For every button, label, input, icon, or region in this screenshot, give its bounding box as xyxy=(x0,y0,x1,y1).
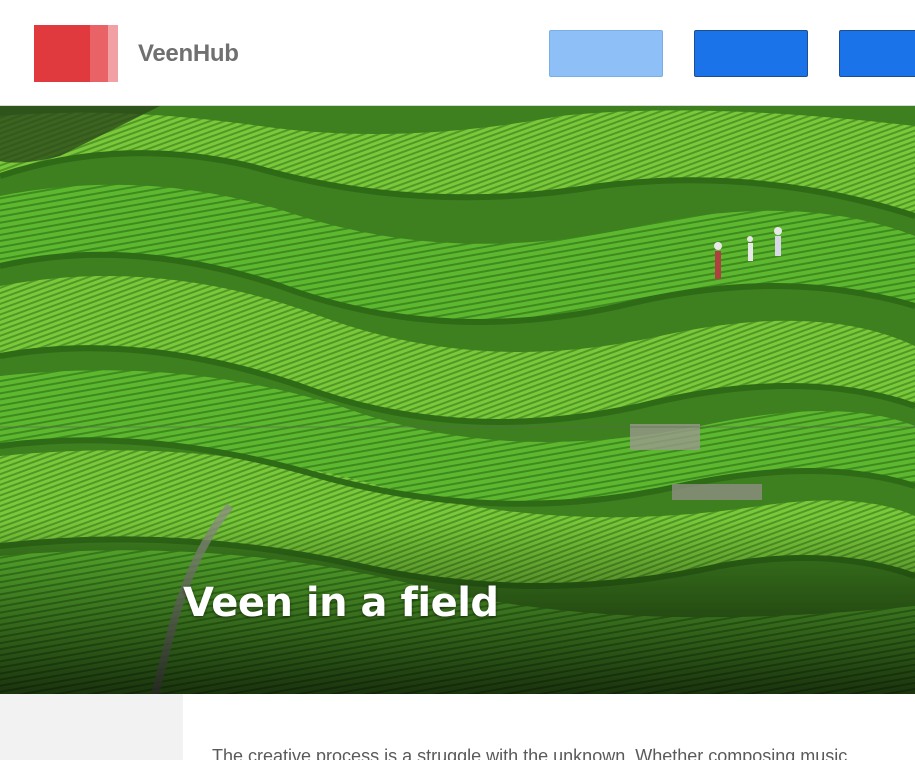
site-header: VeenHub xyxy=(0,0,915,106)
sidebar xyxy=(0,694,183,760)
article-content: The creative process is a struggle with … xyxy=(183,694,915,760)
hero-title: Veen in a field xyxy=(183,580,499,626)
article-intro-text: The creative process is a struggle with … xyxy=(212,746,848,760)
logo-block-primary xyxy=(34,25,90,82)
brand-logo[interactable] xyxy=(34,25,118,82)
brand-name[interactable]: VeenHub xyxy=(138,40,239,68)
nav-button-1[interactable] xyxy=(549,30,663,77)
logo-block-tertiary xyxy=(108,25,118,82)
hero-banner: Veen in a field xyxy=(0,106,915,694)
nav-button-3[interactable] xyxy=(839,30,915,77)
logo-block-secondary xyxy=(90,25,108,82)
nav-button-2[interactable] xyxy=(694,30,808,77)
